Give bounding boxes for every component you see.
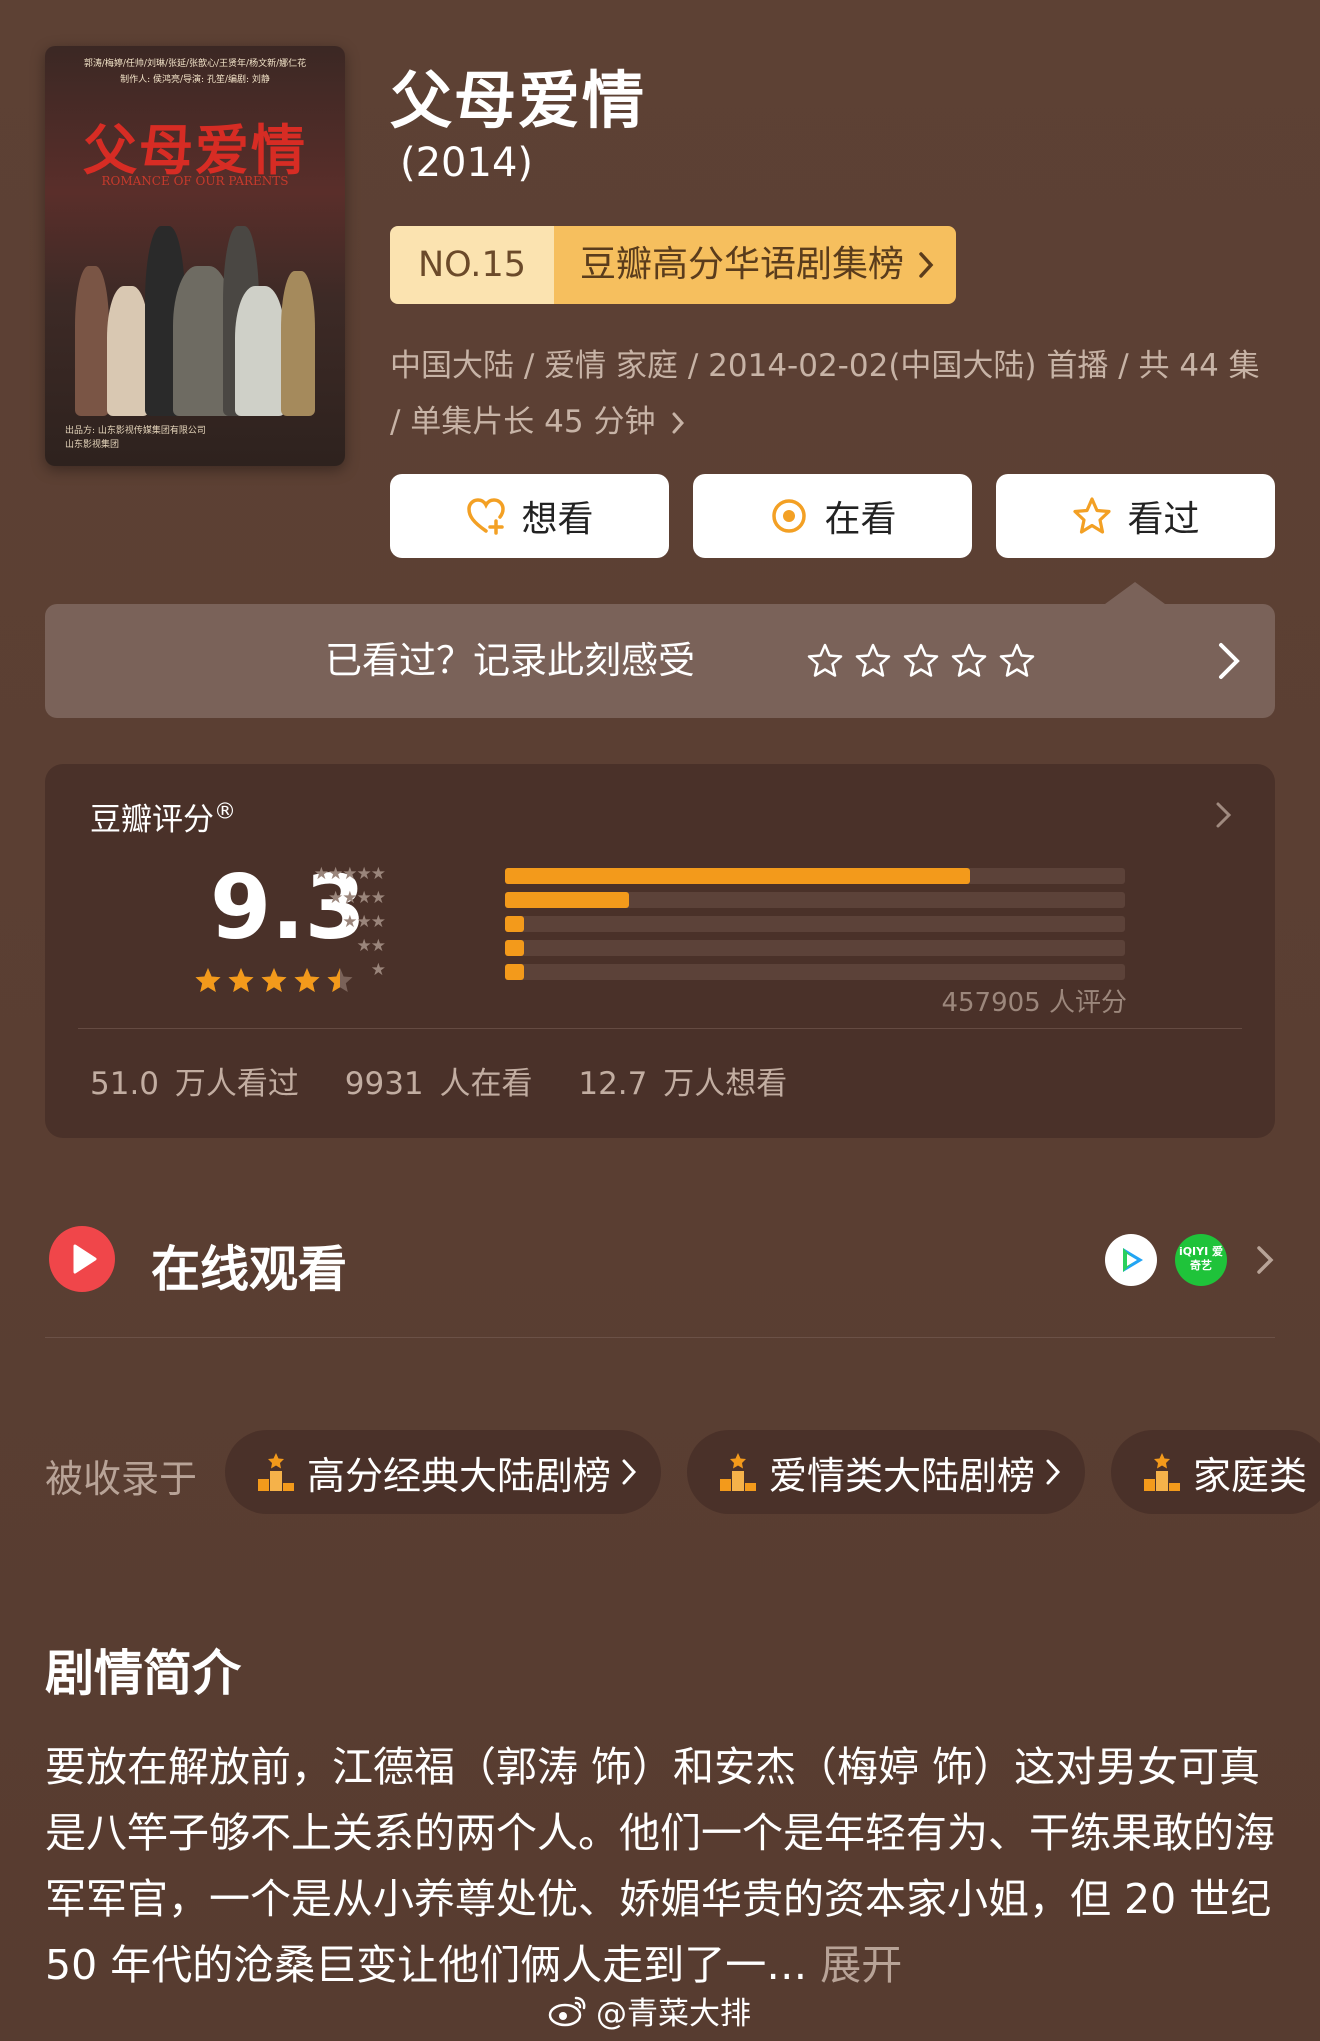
rating-count: 457905 人评分 bbox=[941, 988, 1127, 1018]
rank-list-label: 豆瓣高分华语剧集榜 bbox=[579, 244, 904, 285]
poster-image[interactable]: 郭涛/梅婷/任帅/刘琳/张延/张歆心/王贤年/杨文新/娜仁花 制作人: 侯鸿亮/… bbox=[45, 46, 345, 466]
histogram-track bbox=[505, 868, 1125, 884]
list-chip[interactable]: 爱情类大陆剧榜 bbox=[687, 1430, 1086, 1514]
want-to-watch-label: 想看 bbox=[521, 499, 594, 540]
want-count: 12.7 万人想看 bbox=[578, 1066, 788, 1102]
tooltip-pointer bbox=[1105, 582, 1165, 604]
watching-button[interactable]: 在看 bbox=[693, 474, 972, 558]
star-filled-icon bbox=[195, 968, 221, 992]
poster-credits: 郭涛/梅婷/任帅/刘琳/张延/张歆心/王贤年/杨文新/娜仁花 制作人: 侯鸿亮/… bbox=[45, 56, 345, 88]
divider bbox=[78, 1028, 1242, 1029]
target-icon bbox=[772, 499, 807, 533]
show-meta-text: 中国大陆 / 爱情 家庭 / 2014-02-02(中国大陆) 首播 / 共 4… bbox=[390, 348, 1260, 440]
watching-count: 9931 人在看 bbox=[344, 1066, 533, 1102]
histogram-bar bbox=[505, 940, 524, 956]
list-chip[interactable]: 家庭类 bbox=[1111, 1430, 1320, 1514]
chevron-right-icon bbox=[622, 1459, 637, 1485]
watched-button[interactable]: 看过 bbox=[996, 474, 1275, 558]
poster-subtitle: ROMANCE OF OUR PARENTS bbox=[101, 174, 289, 188]
watch-stats: 51.0 万人看过 9931 人在看 12.7 万人想看 bbox=[90, 1058, 817, 1103]
registered-mark: ® bbox=[214, 799, 236, 825]
histogram-star-label: ★★ bbox=[356, 936, 386, 956]
synopsis-text: 要放在解放前，江德福（郭涛 饰）和安杰（梅婷 饰）这对男女可真是八竿子够不上关系… bbox=[45, 1734, 1285, 1998]
rating-card[interactable]: 豆瓣评分® 9.3 ★★★★★ ★★★★ ★★★ ★★ ★ 457905 人评分 51.… bbox=[45, 764, 1275, 1138]
watch-online-row[interactable]: 在线观看 iQIYI 爱奇艺 bbox=[45, 1220, 1275, 1338]
watch-online-title: 在线观看 bbox=[151, 1241, 348, 1298]
record-prompt: 已看过？记录此刻感受 bbox=[325, 639, 695, 682]
synopsis-body: 要放在解放前，江德福（郭涛 饰）和安杰（梅婷 饰）这对男女可真是八竿子够不上关系… bbox=[45, 1743, 1275, 1989]
star-outline-icon[interactable] bbox=[853, 641, 893, 681]
chevron-right-icon bbox=[919, 252, 934, 278]
iqiyi-icon[interactable]: iQIYI 爱奇艺 bbox=[1175, 1234, 1227, 1286]
histogram-star-label: ★★★★ bbox=[328, 888, 386, 908]
chevron-right-icon bbox=[1219, 643, 1240, 679]
poster-footer-line: 山东影视集团 bbox=[65, 440, 120, 450]
show-meta[interactable]: 中国大陆 / 爱情 家庭 / 2014-02-02(中国大陆) 首播 / 共 4… bbox=[390, 338, 1270, 450]
poster-family-photo bbox=[45, 226, 345, 436]
chevron-right-icon bbox=[672, 412, 685, 434]
poster-footer-line: 出品方: 山东影视传媒集团有限公司 bbox=[65, 426, 206, 436]
histogram-track bbox=[505, 892, 1125, 908]
watching-label: 在看 bbox=[824, 499, 897, 540]
rank-list-name: 豆瓣高分华语剧集榜 bbox=[553, 226, 956, 304]
histogram-bar bbox=[505, 892, 629, 908]
weibo-icon bbox=[548, 1996, 586, 2026]
histogram-bar bbox=[505, 916, 524, 932]
star-outline-icon[interactable] bbox=[805, 641, 845, 681]
rank-number: NO.15 bbox=[390, 226, 554, 304]
watched-count: 51.0 万人看过 bbox=[90, 1066, 299, 1102]
podium-icon bbox=[720, 1453, 757, 1491]
chevron-right-icon bbox=[1046, 1459, 1061, 1485]
star-icon bbox=[1073, 497, 1112, 534]
play-icon bbox=[49, 1226, 115, 1292]
star-outline-icon[interactable] bbox=[901, 641, 941, 681]
rating-label-text: 豆瓣评分 bbox=[90, 802, 214, 838]
rating-label: 豆瓣评分® bbox=[90, 794, 236, 839]
heart-plus-icon bbox=[467, 498, 506, 535]
podium-icon bbox=[258, 1453, 294, 1491]
histogram-track bbox=[505, 916, 1125, 932]
watermark: @青菜大排 bbox=[548, 1988, 751, 2033]
rating-stars-input[interactable] bbox=[805, 641, 1037, 681]
list-chip-label: 家庭类 bbox=[1193, 1453, 1308, 1498]
list-chip-label: 爱情类大陆剧榜 bbox=[769, 1453, 1036, 1498]
chevron-right-icon bbox=[1257, 1246, 1274, 1274]
poster-credits-line: 制作人: 侯鸿亮/导演: 孔笙/编剧: 刘静 bbox=[120, 75, 270, 85]
watermark-text: @青菜大排 bbox=[596, 1996, 751, 2032]
collected-in-section: 被收录于 高分经典大陆剧榜 爱情类大陆剧榜 家庭类 bbox=[45, 1430, 1320, 1514]
histogram-star-label: ★ bbox=[370, 960, 386, 980]
watched-label: 看过 bbox=[1127, 499, 1200, 540]
collected-in-title: 被收录于 bbox=[45, 1457, 198, 1501]
star-outline-icon[interactable] bbox=[949, 641, 989, 681]
collected-list-chips: 高分经典大陆剧榜 爱情类大陆剧榜 家庭类 bbox=[225, 1430, 1320, 1514]
action-buttons: 想看 在看 看过 bbox=[390, 474, 1275, 558]
list-chip-label: 高分经典大陆剧榜 bbox=[307, 1453, 612, 1498]
release-year: (2014) bbox=[400, 140, 534, 186]
podium-icon bbox=[1144, 1453, 1181, 1491]
poster-footer: 出品方: 山东影视传媒集团有限公司 山东影视集团 bbox=[65, 424, 206, 452]
star-outline-icon[interactable] bbox=[997, 641, 1037, 681]
poster-credits-line: 郭涛/梅婷/任帅/刘琳/张延/张歆心/王贤年/杨文新/娜仁花 bbox=[83, 59, 307, 69]
histogram-star-label: ★★★★★ bbox=[313, 864, 386, 884]
want-to-watch-button[interactable]: 想看 bbox=[390, 474, 669, 558]
histogram-track bbox=[505, 964, 1125, 980]
star-filled-icon bbox=[228, 968, 254, 992]
histogram-bar bbox=[505, 964, 524, 980]
chevron-right-icon bbox=[1216, 802, 1232, 828]
record-feeling-bar[interactable]: 已看过？记录此刻感受 bbox=[45, 582, 1275, 718]
histogram-bar bbox=[505, 868, 970, 884]
rank-badge[interactable]: NO.15 豆瓣高分华语剧集榜 bbox=[390, 226, 956, 304]
synopsis-title: 剧情简介 bbox=[45, 1645, 242, 1702]
list-chip[interactable]: 高分经典大陆剧榜 bbox=[225, 1430, 662, 1514]
tencent-video-icon[interactable] bbox=[1105, 1234, 1157, 1286]
histogram-track bbox=[505, 940, 1125, 956]
page-title: 父母爱情 bbox=[390, 64, 647, 137]
expand-link[interactable]: 展开 bbox=[820, 1941, 902, 1989]
histogram-star-label: ★★★ bbox=[342, 912, 386, 932]
